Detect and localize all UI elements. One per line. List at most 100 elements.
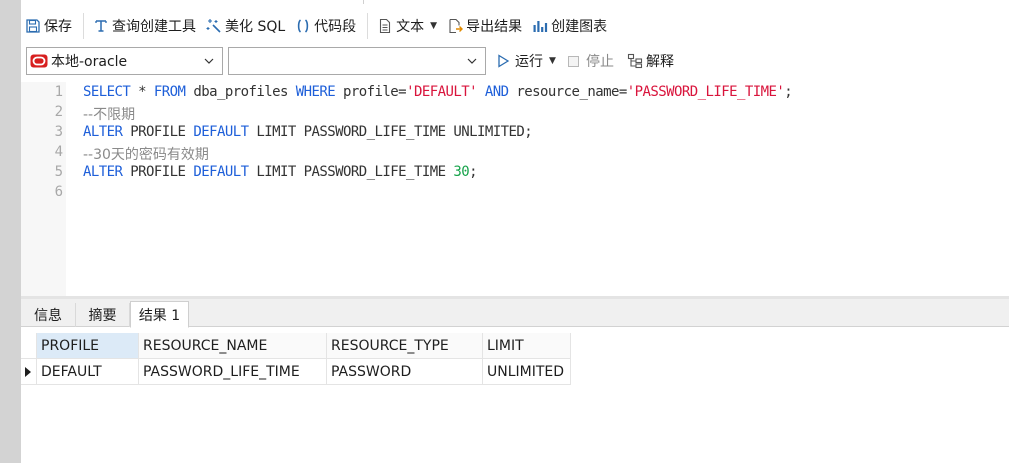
code-token: ;	[469, 164, 477, 180]
table-cell[interactable]: DEFAULT	[37, 359, 139, 385]
tab-result-1-label: 结果 1	[138, 307, 181, 324]
toolbar-divider	[367, 13, 369, 39]
stop-icon	[568, 55, 579, 67]
table-cell[interactable]: PASSWORD_LIFE_TIME	[139, 359, 327, 385]
result-tab-bar: 信息 摘要 结果 1	[21, 299, 1009, 328]
line-number-gutter: 1 2 3 4 5 6	[21, 82, 66, 296]
main-toolbar: 保存 查询创建工具 美化 SQL 代码段 文本 ▼ 导出结果 创建图表	[21, 10, 1009, 42]
cell-value: DEFAULT	[41, 363, 102, 380]
tab-info-label: 信息	[34, 308, 62, 324]
column-header-resource-name[interactable]: RESOURCE_NAME	[139, 333, 327, 359]
run-dropdown-caret-icon[interactable]: ▼	[549, 56, 556, 66]
code-token: WHERE	[295, 84, 336, 100]
stop-label: 停止	[586, 54, 614, 70]
cell-value: PASSWORD_LIFE_TIME	[143, 363, 300, 380]
sql-editor[interactable]: 1 2 3 4 5 6 SELECT * FROM dba_profiles WHERE …	[21, 82, 1009, 296]
code-token: AND	[484, 84, 509, 100]
bar-chart-icon	[533, 21, 548, 32]
code-token: 'PASSWORD_LIFE_TIME'	[626, 84, 785, 100]
line-number: 4	[54, 144, 63, 160]
cell-value: PASSWORD	[331, 363, 412, 380]
code-line[interactable]: --不限期	[83, 104, 135, 124]
code-line[interactable]: --30天的密码有效期	[83, 144, 209, 164]
database-select[interactable]	[228, 47, 486, 75]
code-line[interactable]: ALTER PROFILE DEFAULT LIMIT PASSWORD_LIF…	[83, 124, 533, 140]
save-icon	[26, 19, 40, 33]
code-snippet-button[interactable]: 代码段	[291, 12, 362, 40]
line-number: 6	[54, 184, 63, 200]
magic-wand-icon	[206, 19, 221, 33]
grid-header-row: PROFILE RESOURCE_NAME RESOURCE_TYPE LIMI…	[21, 333, 571, 359]
stop-button[interactable]: 停止	[568, 47, 614, 75]
connection-toolbar: 本地-oracle 运行 ▼ 停止 解释	[21, 47, 1009, 77]
query-builder-icon	[95, 20, 107, 32]
toolbar-divider	[83, 13, 84, 39]
code-token: PROFILE	[122, 164, 194, 180]
code-token: --不限期	[83, 107, 136, 123]
explain-plan-icon	[627, 53, 643, 69]
save-label: 保存	[44, 19, 72, 35]
tab-summary-label: 摘要	[88, 308, 117, 324]
query-window: 保存 查询创建工具 美化 SQL 代码段 文本 ▼ 导出结果 创建图表 本地-o…	[21, 4, 1009, 463]
explain-button[interactable]: 解释	[627, 47, 674, 75]
code-token: *	[130, 84, 154, 100]
column-header-label: PROFILE	[41, 337, 100, 354]
run-button[interactable]: 运行 ▼	[495, 47, 556, 75]
line-number: 1	[54, 84, 63, 100]
line-number: 5	[54, 164, 63, 180]
create-chart-button[interactable]: 创建图表	[528, 12, 613, 40]
column-header-profile[interactable]: PROFILE	[37, 333, 139, 359]
code-token: resource_name=	[508, 84, 627, 100]
code-token: DEFAULT	[193, 164, 249, 180]
code-token: 30	[453, 164, 470, 180]
code-token: PROFILE	[122, 124, 194, 140]
text-mode-label: 文本	[396, 19, 425, 35]
text-mode-button[interactable]: 文本 ▼	[373, 12, 443, 40]
run-label: 运行	[515, 54, 543, 70]
cell-value: UNLIMITED	[487, 363, 565, 380]
tab-result-1[interactable]: 结果 1	[130, 301, 189, 328]
column-header-label: RESOURCE_TYPE	[331, 337, 449, 354]
code-token: SELECT	[83, 84, 131, 100]
code-token: DEFAULT	[193, 124, 249, 140]
export-results-label: 导出结果	[466, 19, 523, 35]
tab-info[interactable]: 信息	[21, 303, 76, 327]
explain-label: 解释	[646, 54, 674, 70]
chevron-down-icon	[204, 58, 214, 64]
column-header-label: LIMIT	[487, 337, 524, 354]
code-snippet-label: 代码段	[314, 19, 357, 35]
code-token: LIMIT PASSWORD_LIFE_TIME	[248, 164, 454, 180]
code-line[interactable]: ALTER PROFILE DEFAULT LIMIT PASSWORD_LIF…	[83, 164, 478, 180]
line-number: 2	[54, 104, 63, 120]
create-chart-label: 创建图表	[551, 19, 608, 35]
code-token: --30天的密码有效期	[83, 147, 209, 163]
code-token: ;	[784, 84, 793, 100]
code-token: profile=	[335, 84, 407, 100]
current-row-arrow-icon	[25, 367, 31, 377]
row-indicator[interactable]	[21, 359, 37, 385]
table-row[interactable]: DEFAULT PASSWORD_LIFE_TIME PASSWORD UNLI…	[21, 359, 571, 385]
code-line[interactable]: SELECT * FROM dba_profiles WHERE profile…	[83, 84, 793, 100]
tab-summary[interactable]: 摘要	[76, 303, 130, 327]
play-icon	[498, 54, 510, 68]
column-header-limit[interactable]: LIMIT	[483, 333, 571, 359]
column-header-label: RESOURCE_NAME	[143, 337, 268, 354]
left-panel-strip	[0, 0, 21, 463]
table-cell[interactable]: PASSWORD	[327, 359, 483, 385]
document-icon	[380, 18, 391, 34]
connection-select[interactable]: 本地-oracle	[26, 47, 223, 75]
export-results-button[interactable]: 导出结果	[443, 12, 528, 40]
code-token: ALTER	[83, 124, 123, 140]
save-button[interactable]: 保存	[21, 12, 78, 40]
beautify-sql-button[interactable]: 美化 SQL	[202, 12, 291, 40]
chevron-down-icon	[467, 58, 477, 64]
code-snippet-icon	[297, 19, 309, 33]
oracle-icon	[30, 54, 48, 68]
query-builder-label: 查询创建工具	[112, 19, 196, 35]
dropdown-caret-icon[interactable]: ▼	[430, 21, 437, 31]
column-header-resource-type[interactable]: RESOURCE_TYPE	[327, 333, 483, 359]
code-token: ALTER	[83, 164, 123, 180]
table-cell[interactable]: UNLIMITED	[483, 359, 571, 385]
query-builder-button[interactable]: 查询创建工具	[89, 12, 202, 40]
